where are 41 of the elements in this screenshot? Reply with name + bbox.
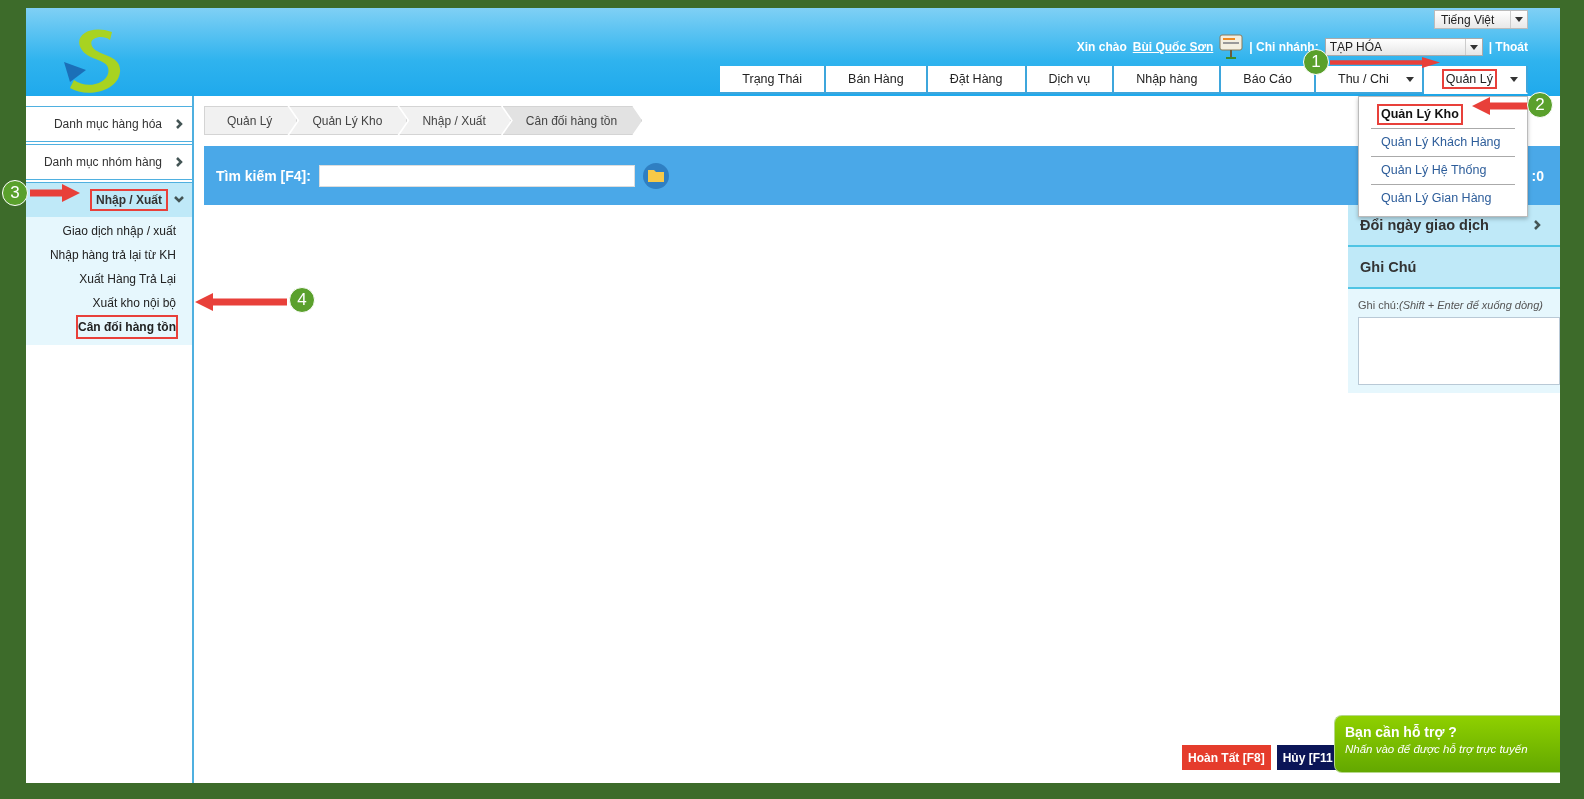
tab-label[interactable]: Nhập hàng bbox=[1132, 69, 1202, 89]
step-badge: 3 bbox=[2, 180, 28, 206]
menu-item[interactable]: Quản Lý Hệ Thống bbox=[1377, 160, 1491, 181]
sidebar-item[interactable]: Nhập / Xuất bbox=[90, 189, 168, 211]
menu-item[interactable]: Quản Lý Khách Hàng bbox=[1377, 132, 1505, 153]
finish-button[interactable]: Hoàn Tất [F8] bbox=[1182, 745, 1271, 770]
step-badge: 4 bbox=[289, 287, 315, 313]
breadcrumb-item[interactable]: Cân đối hàng tồn bbox=[502, 106, 643, 135]
breadcrumb-item[interactable]: Quản Lý Kho bbox=[289, 106, 408, 135]
summary-text: :0 bbox=[1531, 167, 1544, 184]
sidebar-item[interactable]: Danh mục hàng hóa bbox=[47, 113, 168, 135]
language-select[interactable]: Tiếng Việt bbox=[1434, 10, 1528, 29]
nav-tab[interactable]: Dịch vụ bbox=[1026, 66, 1115, 94]
submenu-link[interactable]: Giao dịch nhập / xuất bbox=[60, 219, 178, 243]
nav-tab[interactable]: Đặt Hàng bbox=[927, 66, 1027, 94]
note-label: Ghi chú:(Shift + Enter để xuống dòng) bbox=[1357, 298, 1544, 313]
nav-tab[interactable]: Trạng Thái bbox=[720, 66, 827, 94]
submenu-link[interactable]: Nhập hàng trả lại từ KH bbox=[47, 243, 178, 267]
panel-header: Ghi Chú bbox=[1348, 247, 1560, 289]
nav-tab[interactable]: Báo Cáo bbox=[1221, 66, 1316, 94]
tab-label[interactable]: Thu / Chi bbox=[1334, 69, 1393, 89]
tab-label[interactable]: Báo Cáo bbox=[1239, 69, 1296, 89]
menu-item[interactable]: Quản Lý Kho bbox=[1377, 104, 1463, 125]
sidebar-item[interactable]: Danh mục nhóm hàng bbox=[37, 151, 168, 173]
tab-label[interactable]: Dịch vụ bbox=[1044, 69, 1095, 89]
nav-tab[interactable]: Thu / Chi bbox=[1316, 66, 1424, 94]
tab-label[interactable]: Bán Hàng bbox=[844, 69, 908, 89]
greeting-text: Xin chào bbox=[1076, 40, 1127, 54]
submenu-link[interactable]: Cân đối hàng tồn bbox=[76, 315, 178, 339]
nav-tab[interactable]: Quản Lý bbox=[1423, 66, 1528, 94]
breadcrumb-item[interactable]: Nhập / Xuất bbox=[399, 106, 511, 135]
tab-label[interactable]: Đặt Hàng bbox=[945, 69, 1007, 89]
breadcrumb-item[interactable]: Quản Lý bbox=[204, 106, 298, 135]
tab-label[interactable]: Trạng Thái bbox=[738, 69, 807, 89]
submenu-link[interactable]: Xuất kho nội bộ bbox=[90, 291, 178, 315]
submenu-link[interactable]: Xuất Hàng Trả Lại bbox=[77, 267, 178, 291]
nav-tab[interactable]: Nhập hàng bbox=[1114, 66, 1222, 94]
nav-tab[interactable]: Bán Hàng bbox=[826, 66, 928, 94]
tab-label[interactable]: Quản Lý bbox=[1441, 69, 1497, 89]
search-label: Tìm kiếm [F4]: bbox=[216, 167, 311, 184]
branch-select[interactable]: TẠP HÓA bbox=[1324, 38, 1483, 56]
